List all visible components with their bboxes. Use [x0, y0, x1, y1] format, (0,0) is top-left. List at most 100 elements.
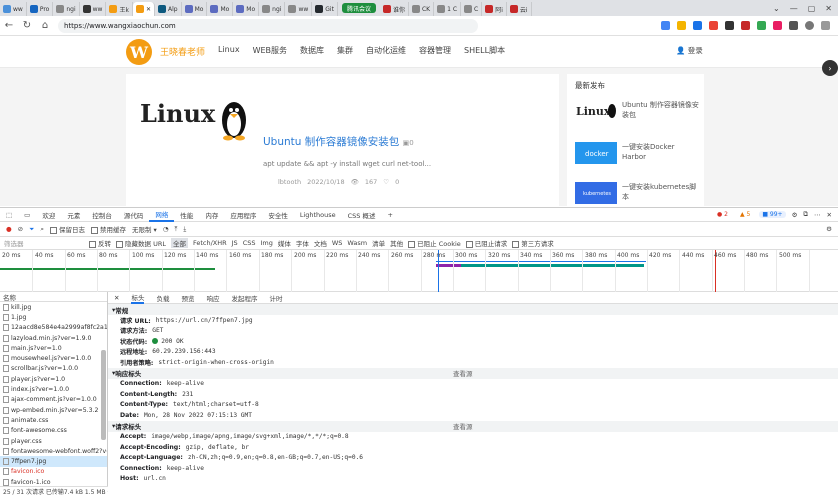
request-row[interactable]: 12aacd8e584e4a2999af8fc2a1b98: [0, 323, 107, 333]
filter-input[interactable]: 筛选器: [4, 238, 84, 248]
devtools-tab[interactable]: 欢迎: [36, 208, 61, 222]
article-thumbnail[interactable]: Linux: [138, 86, 248, 152]
site-nav-item[interactable]: 集群: [337, 45, 353, 56]
filter-type[interactable]: 清单: [372, 238, 385, 248]
request-row[interactable]: wp-embed.min.js?ver=5.3.2: [0, 405, 107, 415]
browser-tab[interactable]: 1 C: [434, 2, 462, 16]
devtools-tab[interactable]: 应用程序: [224, 208, 262, 222]
more-options-icon[interactable]: ⋯: [814, 211, 821, 219]
checkbox-box[interactable]: [465, 240, 473, 248]
profile-avatar[interactable]: [805, 21, 814, 30]
dock-icon[interactable]: ⧉: [803, 210, 808, 219]
extension-icon[interactable]: [725, 21, 734, 30]
cast-indicator[interactable]: 腾讯会议: [341, 3, 376, 13]
warning-badge[interactable]: ▲ 5: [737, 211, 753, 218]
detail-tab[interactable]: 发起程序: [231, 293, 257, 303]
window-control-icon[interactable]: ✕: [825, 4, 832, 13]
site-logo[interactable]: W: [126, 39, 152, 65]
browser-tab[interactable]: CK: [409, 2, 435, 16]
puzzle-icon[interactable]: [789, 21, 798, 30]
close-tab-icon[interactable]: ✕: [146, 6, 151, 13]
filter-checkbox[interactable]: 第三方请求: [512, 238, 554, 248]
view-source-link[interactable]: 查看源: [453, 421, 473, 431]
devtools-tab[interactable]: 安全性: [262, 208, 294, 222]
disable-cache-checkbox[interactable]: 禁用缓存: [90, 224, 126, 234]
filter-type[interactable]: Wasm: [347, 239, 367, 247]
network-timeline[interactable]: 20 ms 40 ms 60 ms 80 ms 100 ms 120 ms 140 ms 16…: [0, 250, 838, 292]
favorite-star-icon[interactable]: [677, 21, 686, 30]
browser-tab[interactable]: 阿i: [482, 2, 507, 16]
browser-tab[interactable]: ww: [80, 2, 107, 16]
url-field[interactable]: https://www.wangxiaochun.com: [58, 18, 478, 33]
devtools-tab[interactable]: 网络: [149, 208, 175, 222]
site-name[interactable]: 王晓春老师: [160, 45, 205, 58]
detail-tab[interactable]: 计时: [269, 293, 282, 303]
browser-tab[interactable]: ngi: [53, 2, 80, 16]
translate-icon[interactable]: [661, 21, 670, 30]
extension-icon[interactable]: [757, 21, 766, 30]
window-control-icon[interactable]: —: [790, 4, 798, 13]
preserve-log-checkbox[interactable]: 保留日志: [49, 224, 85, 234]
filter-type[interactable]: 字体: [296, 238, 309, 248]
browser-tab[interactable]: Mo: [207, 2, 234, 16]
extension-icon[interactable]: [709, 21, 718, 30]
filter-type[interactable]: 其他: [390, 238, 403, 248]
reload-icon[interactable]: ↻: [18, 20, 36, 31]
close-detail-icon[interactable]: ✕: [114, 294, 119, 302]
sidebar-post[interactable]: docker 一键安装Docker Harbor: [575, 142, 700, 164]
sidebar-post[interactable]: kubernetes 一键安装kubernetes脚本: [575, 182, 700, 204]
request-row[interactable]: favicon.ico: [0, 467, 107, 477]
detail-tab[interactable]: 预览: [181, 293, 194, 303]
login-link[interactable]: 👤 登录: [676, 45, 703, 56]
filter-type[interactable]: 文档: [314, 238, 327, 248]
filter-type[interactable]: WS: [332, 239, 343, 247]
request-list-scrollbar[interactable]: [101, 350, 106, 440]
extension-icon[interactable]: [741, 21, 750, 30]
site-nav-item[interactable]: 容器管理: [419, 45, 451, 56]
request-row[interactable]: kill.jpg: [0, 302, 107, 312]
devtools-tab[interactable]: 内存: [199, 208, 224, 222]
browser-tab[interactable]: ww: [0, 2, 27, 16]
site-nav-item[interactable]: WEB服务: [253, 45, 287, 56]
view-source-link[interactable]: 查看源: [453, 368, 473, 378]
filter-checkbox[interactable]: 已阻止 Cookie: [408, 238, 461, 248]
detail-tab[interactable]: 响应: [206, 293, 219, 303]
scroll-right-button[interactable]: ›: [822, 60, 838, 76]
checkbox-box[interactable]: [408, 240, 416, 248]
devtools-tab[interactable]: 元素: [61, 208, 86, 222]
detail-tab[interactable]: 标头: [131, 292, 145, 304]
error-badge[interactable]: ● 2: [714, 211, 731, 218]
add-tab-icon[interactable]: +: [382, 208, 399, 222]
request-row[interactable]: mousewheel.js?ver=1.0.0: [0, 353, 107, 363]
hide-data-urls-checkbox[interactable]: 隐藏数据 URL: [116, 238, 166, 248]
browser-tab[interactable]: C: [461, 2, 483, 16]
window-control-icon[interactable]: ▢: [808, 4, 816, 13]
menu-icon[interactable]: [821, 21, 830, 30]
request-row[interactable]: main.js?ver=1.0: [0, 343, 107, 353]
detail-tab[interactable]: 负载: [156, 293, 169, 303]
filter-type[interactable]: JS: [232, 239, 238, 247]
filter-checkbox[interactable]: 已阻止请求: [465, 238, 507, 248]
online-icon[interactable]: ◔: [163, 225, 169, 233]
browser-tab[interactable]: 谁你: [380, 2, 409, 16]
extension-icon[interactable]: [693, 21, 702, 30]
request-row[interactable]: scrollbar.js?ver=1.0.0: [0, 364, 107, 374]
export-icon[interactable]: ⤓: [183, 225, 186, 234]
request-row[interactable]: animate.css: [0, 415, 107, 425]
network-settings-icon[interactable]: ⚙: [826, 225, 838, 233]
browser-tab[interactable]: Pro: [27, 2, 54, 16]
filter-type[interactable]: Img: [260, 239, 272, 247]
article-title[interactable]: Ubuntu 制作容器镜像安装包 ▣0: [263, 134, 414, 149]
section-header[interactable]: ▾ 响应标头 查看源: [108, 367, 838, 379]
request-row[interactable]: 7ffpen7.jpg: [0, 456, 107, 467]
invert-checkbox[interactable]: 反转: [89, 238, 111, 248]
browser-tab[interactable]: ngi: [259, 2, 286, 16]
browser-tab[interactable]: Git: [312, 2, 338, 16]
device-toggle-icon[interactable]: ▭: [18, 208, 36, 222]
filter-type[interactable]: 全部: [170, 238, 188, 248]
search-icon[interactable]: ⌕: [40, 225, 44, 234]
devtools-tab[interactable]: CSS 概述: [342, 208, 382, 222]
request-row[interactable]: ajax-comment.js?ver=1.0.0: [0, 395, 107, 405]
throttle-select[interactable]: 无限制 ▾: [132, 224, 157, 234]
devtools-tab[interactable]: Lighthouse: [294, 208, 342, 222]
